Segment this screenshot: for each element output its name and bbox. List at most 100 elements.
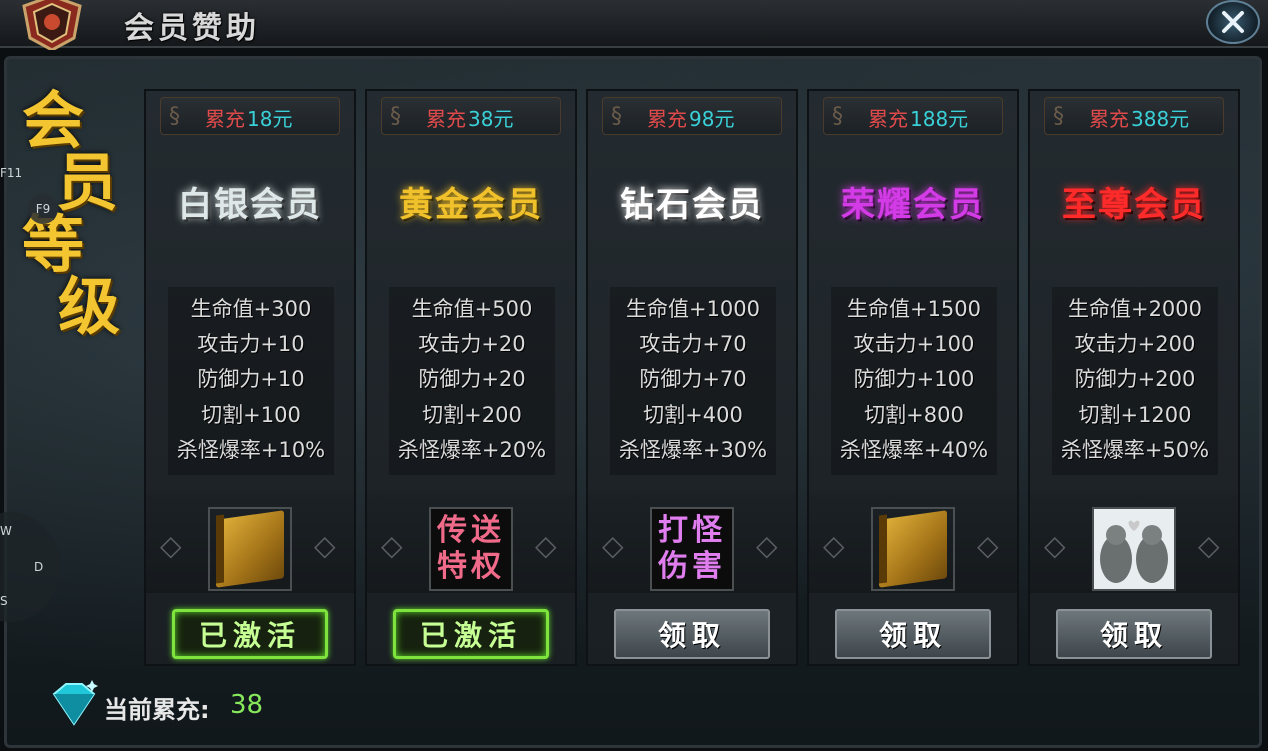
attribute-item: 切割+100: [201, 403, 301, 427]
requirement-value: 38元: [468, 107, 514, 131]
ornament-left-icon: ◇: [381, 529, 403, 562]
membership-name: 白银会员: [178, 185, 322, 225]
attribute-item: 防御力+100: [853, 367, 975, 391]
attribute-item: 切割+1200: [1078, 403, 1192, 427]
requirement-label: 累充: [426, 107, 466, 131]
window-title: 会员赞助: [124, 11, 260, 46]
attribute-item: 攻击力+200: [1074, 332, 1196, 356]
book-icon: [879, 510, 947, 588]
coin-icon: §: [1053, 104, 1064, 129]
title-char: 级: [58, 270, 121, 343]
attribute-item: 防御力+70: [639, 367, 747, 391]
key-d: D: [34, 560, 44, 574]
attribute-item: 防御力+200: [1074, 367, 1196, 391]
book-icon: [216, 510, 284, 588]
requirement-label: 累充: [205, 107, 245, 131]
title-char: 员: [56, 146, 119, 219]
attribute-item: 攻击力+10: [197, 332, 305, 356]
reward-item[interactable]: [871, 507, 955, 591]
attribute-item: 攻击力+70: [639, 332, 747, 356]
membership-card: § 累充 38元黄金会员生命值+500 攻击力+20 防御力+20 切割+200 杀怪爆率+…: [365, 89, 577, 666]
attribute-list: 生命值+500 攻击力+20 防御力+20 切割+200 杀怪爆率+20%: [389, 287, 555, 475]
ornament-left-icon: ◇: [1044, 529, 1066, 562]
ornament-left-icon: ◇: [823, 529, 845, 562]
attribute-item: 攻击力+100: [853, 332, 975, 356]
claim-button[interactable]: 领取: [1056, 609, 1212, 659]
coin-icon: §: [390, 104, 401, 129]
membership-name: 黄金会员: [399, 185, 543, 225]
membership-card: § 累充 188元荣耀会员生命值+1500 攻击力+100 防御力+100 切割+800 杀…: [807, 89, 1019, 666]
attribute-item: 防御力+10: [197, 367, 305, 391]
reward-text: 打怪: [658, 513, 726, 548]
coin-icon: §: [832, 104, 843, 129]
attribute-item: 切割+400: [643, 403, 743, 427]
membership-card: § 累充 98元 钻石会员 生命值+1000 攻击力+70 防御力+70 切割+400 杀怪爆率…: [586, 89, 798, 666]
ornament-right-icon: ◇: [977, 529, 999, 562]
reward-text: 特权: [437, 549, 505, 584]
close-button[interactable]: [1206, 0, 1260, 44]
hotkey-f9[interactable]: F9: [28, 194, 58, 224]
requirement-banner: § 累充 18元: [160, 97, 340, 135]
attribute-item: 杀怪爆率+30%: [618, 438, 768, 462]
attribute-item: 生命值+1000: [625, 297, 761, 321]
requirement-value: 188元: [910, 107, 969, 131]
ornament-left-icon: ◇: [160, 529, 182, 562]
attribute-item: 切割+800: [864, 403, 964, 427]
current-recharge-label: 当前累充:: [104, 696, 210, 724]
attribute-item: 杀怪爆率+10%: [176, 438, 326, 462]
attribute-item: 生命值+300: [190, 297, 312, 321]
requirement-banner: § 累充 188元: [823, 97, 1003, 135]
requirement-banner: § 累充 388元: [1044, 97, 1224, 135]
attribute-item: 生命值+2000: [1067, 297, 1203, 321]
title-char: 会: [22, 84, 85, 157]
attribute-list: 生命值+2000 攻击力+200 防御力+200 切割+1200 杀怪爆率+50%: [1052, 287, 1218, 475]
attribute-list: 生命值+1000 攻击力+70 防御力+70 切割+400 杀怪爆率+30%: [610, 287, 776, 475]
activated-button[interactable]: 已激活: [172, 609, 328, 659]
attribute-item: 防御力+20: [418, 367, 526, 391]
coin-icon: §: [169, 104, 180, 129]
requirement-label: 累充: [1089, 107, 1129, 131]
requirement-label: 累充: [647, 107, 687, 131]
attribute-item: 攻击力+20: [418, 332, 526, 356]
attribute-item: 杀怪爆率+20%: [397, 438, 547, 462]
attribute-item: 杀怪爆率+40%: [839, 438, 989, 462]
attribute-item: 切割+200: [422, 403, 522, 427]
key-s: S: [0, 594, 8, 608]
requirement-value: 98元: [689, 107, 735, 131]
wolf-pair-icon: [1094, 509, 1174, 589]
attribute-list: 生命值+300 攻击力+10 防御力+10 切割+100 杀怪爆率+10%: [168, 287, 334, 475]
attribute-item: 生命值+500: [411, 297, 533, 321]
close-icon: [1222, 11, 1244, 33]
ornament-right-icon: ◇: [1198, 529, 1220, 562]
reward-item[interactable]: [1092, 507, 1176, 591]
requirement-label: 累充: [868, 107, 908, 131]
requirement-value: 18元: [247, 107, 293, 131]
reward-item[interactable]: 打怪 伤害: [650, 507, 734, 591]
membership-name: 荣耀会员: [841, 185, 985, 225]
reward-text: 伤害: [658, 549, 726, 584]
current-recharge-value: 38: [230, 690, 264, 720]
reward-text: 传送: [437, 513, 505, 548]
reward-item[interactable]: [208, 507, 292, 591]
hotkey-f11[interactable]: F11: [0, 166, 22, 180]
requirement-banner: § 累充 38元: [381, 97, 561, 135]
requirement-banner: § 累充 98元: [602, 97, 782, 135]
ornament-right-icon: ◇: [535, 529, 557, 562]
requirement-value: 388元: [1131, 107, 1190, 131]
reward-item[interactable]: 传送 特权: [429, 507, 513, 591]
claim-button[interactable]: 领取: [835, 609, 991, 659]
membership-card: § 累充 18元白银会员生命值+300 攻击力+10 防御力+10 切割+100 杀怪爆率+…: [144, 89, 356, 666]
key-w: W: [0, 524, 12, 538]
claim-button[interactable]: 领取: [614, 609, 770, 659]
attribute-item: 生命值+1500: [846, 297, 982, 321]
emblem-icon: [22, 0, 82, 50]
membership-card: § 累充 388元至尊会员生命值+2000 攻击力+200 防御力+200 切割+1200…: [1028, 89, 1240, 666]
title-bar: 会员赞助: [0, 0, 1268, 50]
membership-name: 至尊会员: [1062, 185, 1206, 225]
attribute-list: 生命值+1500 攻击力+100 防御力+100 切割+800 杀怪爆率+40%: [831, 287, 997, 475]
coin-icon: §: [611, 104, 622, 129]
activated-button[interactable]: 已激活: [393, 609, 549, 659]
diamond-icon: [52, 680, 98, 726]
ornament-right-icon: ◇: [756, 529, 778, 562]
ornament-left-icon: ◇: [602, 529, 624, 562]
